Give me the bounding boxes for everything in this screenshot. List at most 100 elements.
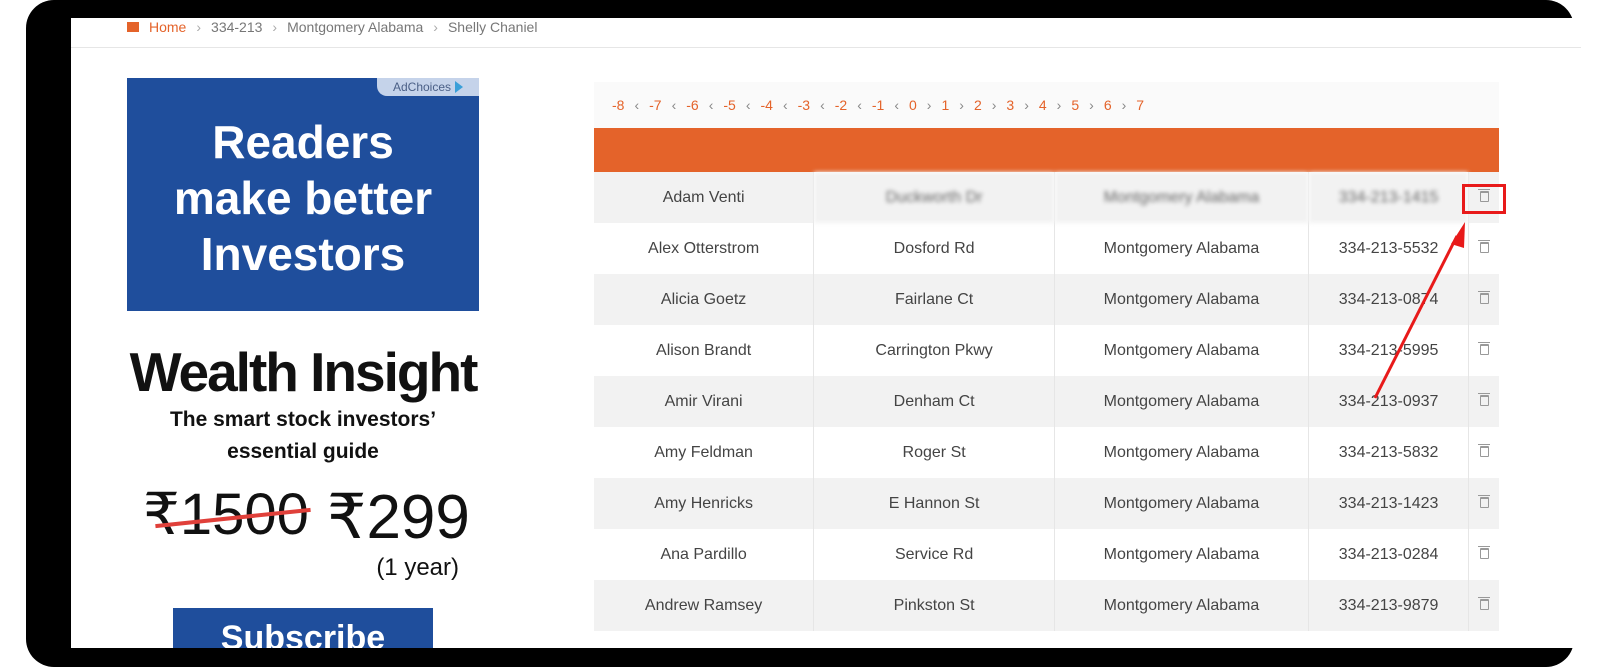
person-name: Alicia Goetz	[594, 274, 815, 325]
table-row[interactable]: Alex Otterstrom Dosford Rd Montgomery Alab…	[594, 223, 1499, 274]
ad-subtitle: The smart stock investors’ essential gui…	[127, 404, 479, 468]
phone-number: 334-213-5832	[1308, 427, 1470, 478]
page-link[interactable]: -2	[835, 97, 847, 113]
chevron-right-icon: ›	[1089, 97, 1094, 113]
trash-icon[interactable]	[1477, 341, 1490, 355]
city-state: Montgomery Alabama	[1054, 325, 1309, 376]
table-row[interactable]: Alison Brandt Carrington Pkwy Montgomery A…	[594, 325, 1499, 376]
ad-price: ₹1500 ₹299	[127, 480, 479, 552]
breadcrumb-item-area-code[interactable]: 334-213	[211, 19, 262, 35]
street-address: Dosford Rd	[813, 223, 1056, 274]
trash-icon[interactable]	[1477, 596, 1490, 610]
chevron-left-icon: ‹	[782, 97, 788, 113]
trash-icon[interactable]	[1477, 290, 1490, 304]
city-state: Montgomery Alabama	[1054, 580, 1309, 631]
ad-subtitle-line: essential guide	[227, 440, 379, 463]
delete-cell	[1468, 376, 1499, 427]
street-address: Duckworth Dr	[813, 172, 1056, 223]
device-frame: Home › 334-213 › Montgomery Alabama › Sh…	[26, 0, 1581, 667]
chevron-right-icon: ›	[959, 97, 964, 113]
table-row[interactable]: Amir Virani Denham Ct Montgomery Alabama 33…	[594, 376, 1499, 427]
phone-number: 334-213-1415	[1308, 172, 1470, 223]
table-row[interactable]: Alicia Goetz Fairlane Ct Montgomery Alabam…	[594, 274, 1499, 325]
chevron-left-icon: ‹	[820, 97, 825, 113]
phone-number: 334-213-0284	[1308, 529, 1470, 580]
street-address: Roger St	[813, 427, 1056, 478]
page-link[interactable]: -6	[686, 97, 698, 113]
breadcrumb-separator: ›	[433, 18, 438, 35]
chevron-right-icon: ›	[1024, 97, 1029, 113]
table-row[interactable]: Andrew Ramsey Pinkston St Montgomery Alaba…	[594, 580, 1499, 631]
breadcrumb-home[interactable]: Home	[149, 19, 186, 35]
breadcrumb: Home › 334-213 › Montgomery Alabama › Sh…	[71, 18, 1581, 48]
breadcrumb-separator: ›	[196, 18, 202, 35]
page-link[interactable]: 0	[909, 97, 917, 113]
browser-viewport: Home › 334-213 › Montgomery Alabama › Sh…	[71, 18, 1581, 648]
page-link[interactable]: 5	[1071, 97, 1079, 113]
city-state: Montgomery Alabama	[1054, 172, 1309, 223]
page-link[interactable]: 1	[941, 97, 949, 113]
chevron-left-icon: ‹	[634, 97, 640, 113]
street-address: Carrington Pkwy	[813, 325, 1056, 376]
table-row[interactable]: Amy Feldman Roger St Montgomery Alabama 334…	[594, 427, 1499, 478]
ad-headline-line: Readers	[212, 116, 394, 168]
chevron-right-icon: ›	[991, 97, 997, 113]
table-row[interactable]: Adam Venti Duckworth Dr Montgomery Alabama…	[594, 172, 1499, 223]
table-row[interactable]: Amy Henricks E Hannon St Montgomery Alabam…	[594, 478, 1499, 529]
street-address: Fairlane Ct	[813, 274, 1056, 325]
advertisement[interactable]: AdChoices Readers make better Investors …	[127, 78, 479, 648]
ad-headline-line: make better	[173, 172, 433, 224]
person-name: Amir Virani	[594, 376, 815, 427]
chevron-right-icon: ›	[1056, 97, 1062, 113]
phone-number: 334-213-9879	[1308, 580, 1470, 631]
chevron-left-icon: ‹	[894, 97, 899, 113]
city-state: Montgomery Alabama	[1054, 376, 1309, 427]
delete-cell	[1468, 529, 1499, 580]
page-link[interactable]: 3	[1006, 97, 1014, 113]
chevron-right-icon: ›	[926, 97, 932, 113]
trash-icon[interactable]	[1477, 494, 1490, 508]
city-state: Montgomery Alabama	[1054, 478, 1309, 529]
trash-icon[interactable]	[1477, 443, 1490, 457]
page-link[interactable]: -4	[761, 97, 773, 113]
adchoices-badge[interactable]: AdChoices	[377, 78, 479, 96]
city-state: Montgomery Alabama	[1054, 223, 1309, 274]
page-link[interactable]: -7	[649, 97, 661, 113]
chevron-left-icon: ‹	[857, 97, 862, 113]
phone-number: 334-213-1423	[1308, 478, 1470, 529]
trash-icon[interactable]	[1477, 545, 1490, 559]
ad-banner[interactable]: AdChoices Readers make better Investors	[127, 78, 479, 311]
home-icon[interactable]	[127, 21, 139, 32]
person-name: Amy Henricks	[594, 478, 815, 529]
chevron-left-icon: ‹	[745, 97, 751, 113]
trash-icon[interactable]	[1477, 239, 1490, 253]
breadcrumb-item-current: Shelly Chaniel	[447, 18, 538, 35]
page-link[interactable]: -8	[612, 97, 624, 113]
ad-subscribe-button[interactable]: Subscribe	[173, 608, 433, 648]
page-link[interactable]: -5	[723, 97, 735, 113]
page-link[interactable]: 6	[1104, 97, 1112, 113]
ad-headline: Readers make better Investors	[127, 114, 479, 282]
directory-content: -8 ‹ -7 ‹ -6 ‹ -5 ‹ -4 ‹ -3 ‹ -2 ‹ -1 ‹ 0 › 1 › 2 › 3 › 4 › 5 › 6 › 7 …	[594, 82, 1499, 631]
page-link[interactable]: 7	[1136, 97, 1144, 113]
adchoices-label: AdChoices	[392, 80, 452, 94]
trash-icon[interactable]	[1477, 392, 1490, 406]
ad-title: Wealth Insight	[129, 341, 479, 403]
person-name: Andrew Ramsey	[594, 580, 815, 631]
chevron-left-icon: ‹	[671, 97, 677, 113]
phone-number: 334-213-5532	[1308, 223, 1470, 274]
street-address: Service Rd	[813, 529, 1056, 580]
delete-cell	[1468, 580, 1499, 631]
person-name: Alex Otterstrom	[594, 223, 815, 274]
breadcrumb-item-city[interactable]: Montgomery Alabama	[287, 19, 423, 35]
page-link[interactable]: 4	[1039, 97, 1047, 113]
street-address: Denham Ct	[813, 376, 1056, 427]
page-link[interactable]: -1	[872, 97, 884, 113]
phone-number: 334-213-0874	[1308, 274, 1470, 325]
breadcrumb-separator: ›	[272, 18, 278, 35]
city-state: Montgomery Alabama	[1054, 274, 1309, 325]
page-link[interactable]: 2	[974, 97, 982, 113]
table-row[interactable]: Ana Pardillo Service Rd Montgomery Alabama…	[594, 529, 1499, 580]
page-link[interactable]: -3	[798, 97, 810, 113]
delete-cell	[1468, 223, 1499, 274]
